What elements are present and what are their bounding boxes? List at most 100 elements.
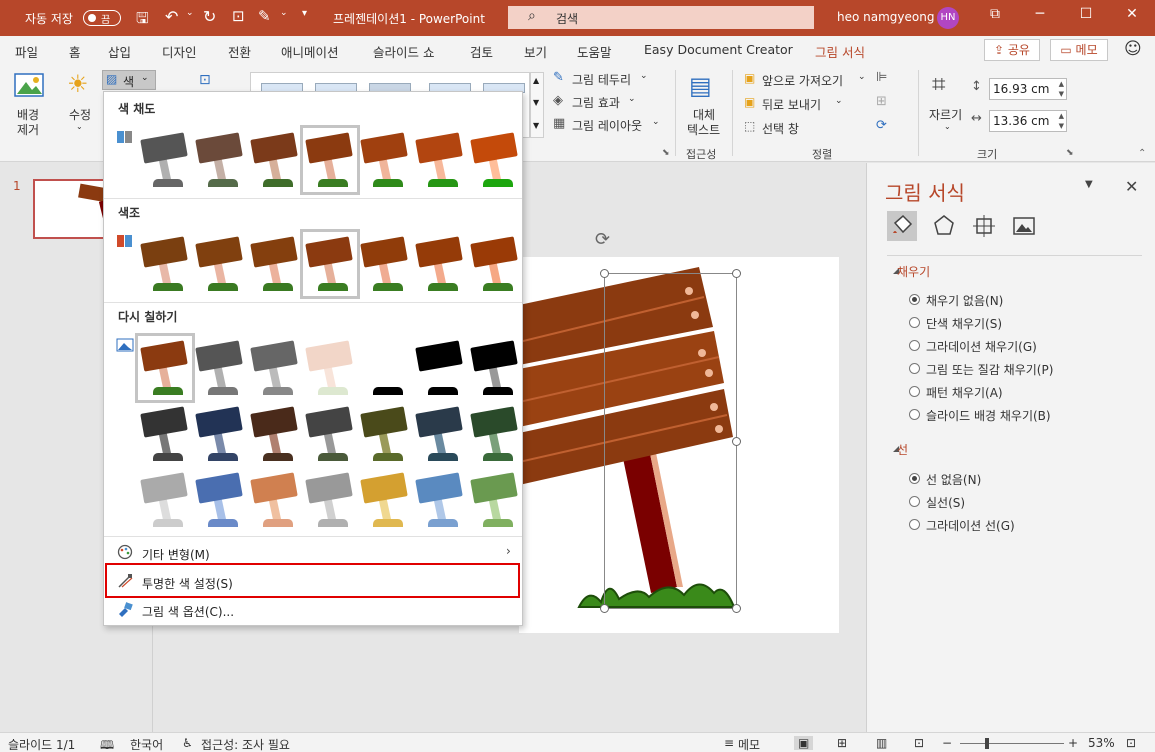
color-variant-swatch[interactable] bbox=[470, 470, 520, 530]
tab-slideshow[interactable]: 슬라이드 쇼 bbox=[373, 42, 434, 61]
align-icon[interactable]: ⊫ bbox=[876, 70, 887, 85]
tab-help[interactable]: 도움말 bbox=[577, 42, 612, 61]
gallery-up-icon[interactable]: ▲ bbox=[533, 76, 539, 85]
user-name[interactable]: heo namgyeong bbox=[837, 10, 934, 24]
send-backward-icon[interactable]: ▣ bbox=[744, 95, 755, 109]
color-variant-swatch[interactable] bbox=[195, 404, 245, 464]
picture-color-options-item[interactable]: 그림 색 옵션(C)... bbox=[142, 603, 234, 620]
tab-easy-document-creator[interactable]: Easy Document Creator bbox=[644, 42, 793, 57]
picture-tab[interactable] bbox=[1009, 211, 1039, 241]
effects-tab[interactable] bbox=[929, 211, 959, 241]
ribbon-display-icon[interactable]: ⧉ bbox=[983, 6, 1007, 28]
slideshow-icon[interactable]: ⊡ bbox=[914, 736, 924, 750]
rotate-handle-icon[interactable]: ⟳ bbox=[595, 229, 610, 250]
tab-picture-format[interactable]: 그림 서식 bbox=[815, 42, 865, 67]
color-variant-swatch[interactable] bbox=[300, 229, 360, 299]
draw-dropdown-icon[interactable]: ⌄ bbox=[280, 8, 288, 18]
send-backward-label[interactable]: 뒤로 보내기 bbox=[762, 96, 821, 113]
more-variations-item[interactable]: 기타 변형(M) bbox=[142, 546, 210, 563]
picture-effects-icon[interactable]: ◈ bbox=[553, 93, 563, 108]
feedback-smiley-icon[interactable]: ☺ bbox=[1124, 39, 1142, 59]
zoom-out-icon[interactable]: − bbox=[942, 736, 952, 750]
set-transparent-color-item[interactable]: 투명한 색 설정(S) bbox=[142, 575, 233, 592]
maximize-button[interactable]: ☐ bbox=[1074, 6, 1098, 28]
color-variant-swatch[interactable] bbox=[305, 404, 355, 464]
fill-gradient-radio[interactable] bbox=[909, 340, 920, 351]
undo-icon[interactable]: ↶ bbox=[165, 7, 178, 26]
fill-none-label[interactable]: 채우기 없음(N) bbox=[926, 292, 1003, 309]
color-variant-swatch[interactable] bbox=[140, 404, 190, 464]
corrections-label[interactable]: 수정 bbox=[69, 106, 91, 123]
picture-effects-dropdown-icon[interactable]: ⌄ bbox=[628, 94, 636, 104]
zoom-slider-thumb[interactable] bbox=[985, 738, 989, 749]
presentation-icon[interactable]: ⊡ bbox=[232, 7, 245, 25]
color-variant-swatch[interactable] bbox=[470, 234, 520, 294]
color-variant-swatch[interactable] bbox=[305, 338, 355, 398]
gallery-more-icon[interactable]: ▼ bbox=[533, 121, 539, 130]
bring-forward-dropdown-icon[interactable]: ⌄ bbox=[858, 72, 866, 82]
color-variant-swatch[interactable] bbox=[305, 470, 355, 530]
fill-pattern-radio[interactable] bbox=[909, 386, 920, 397]
color-variant-swatch[interactable] bbox=[195, 234, 245, 294]
fit-to-window-icon[interactable]: ⊡ bbox=[1126, 736, 1136, 750]
tab-review[interactable]: 검토 bbox=[470, 42, 493, 61]
tab-transitions[interactable]: 전환 bbox=[228, 42, 251, 61]
color-variant-swatch[interactable] bbox=[140, 234, 190, 294]
selection-pane-label[interactable]: 선택 창 bbox=[762, 120, 799, 137]
reading-view-icon[interactable]: ▥ bbox=[876, 736, 887, 750]
fill-solid-radio[interactable] bbox=[909, 317, 920, 328]
line-solid-radio[interactable] bbox=[909, 496, 920, 507]
alt-text-icon[interactable]: ▤ bbox=[689, 72, 712, 100]
rotate-icon[interactable]: ⟳ bbox=[876, 118, 887, 133]
color-variant-swatch[interactable] bbox=[250, 338, 300, 398]
spelling-icon[interactable]: 🕮 bbox=[100, 736, 114, 752]
color-variant-swatch[interactable] bbox=[250, 470, 300, 530]
picture-border-dropdown-icon[interactable]: ⌄ bbox=[640, 71, 648, 81]
close-button[interactable]: ✕ bbox=[1120, 6, 1144, 28]
color-variant-swatch[interactable] bbox=[140, 130, 190, 190]
resize-handle[interactable] bbox=[732, 269, 741, 278]
crop-label[interactable]: 자르기 bbox=[929, 106, 962, 123]
tab-animations[interactable]: 애니메이션 bbox=[281, 42, 339, 61]
color-variant-swatch[interactable] bbox=[195, 338, 245, 398]
color-variant-swatch[interactable] bbox=[360, 130, 410, 190]
picture-layout-label[interactable]: 그림 레이아웃 bbox=[572, 117, 642, 134]
height-input[interactable]: 16.93 cm ▲ ▼ bbox=[989, 78, 1067, 100]
picture-layout-icon[interactable]: ▦ bbox=[553, 116, 565, 131]
color-variant-swatch[interactable] bbox=[250, 404, 300, 464]
crop-icon[interactable]: ⌗ bbox=[932, 70, 946, 98]
tab-insert[interactable]: 삽입 bbox=[108, 42, 131, 61]
color-variant-swatch[interactable] bbox=[415, 404, 465, 464]
picture-layout-dropdown-icon[interactable]: ⌄ bbox=[652, 117, 660, 127]
width-spin-icon[interactable]: ▲ ▼ bbox=[1059, 111, 1064, 131]
color-variant-swatch[interactable] bbox=[360, 234, 410, 294]
fill-solid-label[interactable]: 단색 채우기(S) bbox=[926, 315, 1002, 332]
height-spin-icon[interactable]: ▲ ▼ bbox=[1059, 79, 1064, 99]
fill-slide-bg-radio[interactable] bbox=[909, 409, 920, 420]
accessibility-icon[interactable]: ♿ bbox=[182, 736, 193, 750]
color-variant-swatch[interactable] bbox=[470, 338, 520, 398]
picture-border-icon[interactable]: ✎ bbox=[553, 70, 564, 85]
group-icon[interactable]: ⊞ bbox=[876, 94, 887, 109]
size-launcher-icon[interactable]: ⬊ bbox=[1066, 148, 1074, 158]
resize-handle[interactable] bbox=[600, 269, 609, 278]
selection-pane-icon[interactable]: ⬚ bbox=[744, 119, 755, 133]
fill-picture-radio[interactable] bbox=[909, 363, 920, 374]
color-variant-swatch[interactable] bbox=[300, 125, 360, 195]
color-variant-swatch[interactable] bbox=[415, 338, 465, 398]
color-variant-swatch[interactable] bbox=[195, 130, 245, 190]
resize-handle[interactable] bbox=[732, 604, 741, 613]
line-none-radio[interactable] bbox=[909, 473, 920, 484]
color-variant-swatch[interactable] bbox=[250, 130, 300, 190]
remove-background-label-2[interactable]: 제거 bbox=[17, 121, 39, 138]
search-box[interactable]: ⌕ 검색 bbox=[508, 6, 814, 29]
color-variant-swatch[interactable] bbox=[470, 130, 520, 190]
width-input[interactable]: 13.36 cm ▲ ▼ bbox=[989, 110, 1067, 132]
color-variant-swatch[interactable] bbox=[415, 470, 465, 530]
accessibility-status[interactable]: 접근성: 조사 필요 bbox=[201, 736, 290, 752]
alt-text-label-2[interactable]: 텍스트 bbox=[687, 121, 720, 138]
resize-handle[interactable] bbox=[600, 604, 609, 613]
line-gradient-label[interactable]: 그라데이션 선(G) bbox=[926, 517, 1015, 534]
share-button[interactable]: ⇪ 공유 bbox=[984, 39, 1040, 61]
zoom-in-icon[interactable]: + bbox=[1068, 736, 1078, 750]
